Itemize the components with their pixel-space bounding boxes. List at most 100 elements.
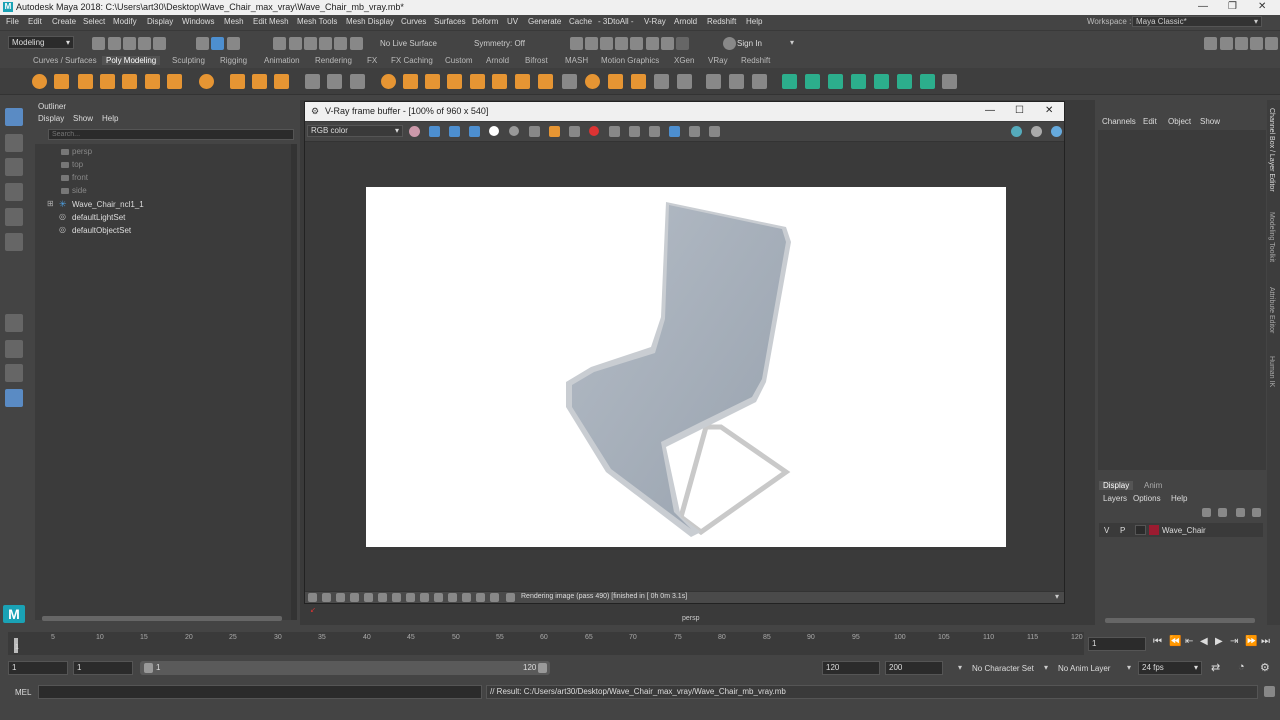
mirror-icon[interactable] <box>350 74 365 89</box>
render-setup-icon[interactable] <box>646 37 659 50</box>
expand-icon[interactable]: ⊞ <box>47 199 54 208</box>
link-viewport-icon[interactable] <box>649 126 660 137</box>
outliner-menu-display[interactable]: Display <box>38 114 64 123</box>
current-frame-field[interactable]: 1 <box>1088 637 1146 651</box>
shelf-tab-curves-surfaces[interactable]: Curves / Surfaces <box>33 56 97 65</box>
select-component-icon[interactable] <box>227 37 240 50</box>
preferences-icon[interactable]: ⚙ <box>1260 661 1270 674</box>
menu-help[interactable]: Help <box>746 17 762 26</box>
layer-hscrollbar[interactable] <box>1105 618 1255 623</box>
range-start-handle[interactable] <box>144 663 153 673</box>
attribute-editor-icon[interactable] <box>1220 37 1233 50</box>
layers-menu-layers[interactable]: Layers <box>1103 494 1127 503</box>
sculpt-brush-icon[interactable] <box>706 74 721 89</box>
symmetry-label[interactable]: Symmetry: Off <box>474 39 525 48</box>
outliner-item-default-light-set[interactable]: defaultLightSet <box>72 213 125 222</box>
smooth-icon[interactable] <box>381 74 396 89</box>
automatic-map-icon[interactable] <box>874 74 889 89</box>
shelf-tab-arnold[interactable]: Arnold <box>486 56 509 65</box>
menu-edit[interactable]: Edit <box>28 17 42 26</box>
go-to-start-icon[interactable]: ⏮ <box>1153 636 1162 647</box>
fps-select[interactable]: 24 fps ▾ <box>1138 661 1202 675</box>
menu-modify[interactable]: Modify <box>113 17 137 26</box>
vfb-status-icon[interactable] <box>506 593 515 602</box>
outliner-item-default-object-set[interactable]: defaultObjectSet <box>72 226 131 235</box>
shelf-tab-rigging[interactable]: Rigging <box>220 56 247 65</box>
layer-display-type[interactable] <box>1135 525 1146 535</box>
edge-loop-icon[interactable] <box>585 74 600 89</box>
menu-generate[interactable]: Generate <box>528 17 561 26</box>
ipr-icon[interactable] <box>1031 126 1042 137</box>
step-back-key-icon[interactable]: ⏪ <box>1169 636 1181 647</box>
blue-channel-icon[interactable] <box>469 126 480 137</box>
shelf-tab-fx-caching[interactable]: FX Caching <box>391 56 433 65</box>
outliner-item-persp[interactable]: persp <box>72 147 92 156</box>
quadrangulate-icon[interactable] <box>677 74 692 89</box>
outliner-hscrollbar[interactable] <box>42 616 282 621</box>
lasso-tool-icon[interactable] <box>5 134 23 152</box>
history-icon[interactable] <box>709 126 720 137</box>
anim-layer-label[interactable]: No Anim Layer <box>1058 664 1110 673</box>
menu-create[interactable]: Create <box>52 17 76 26</box>
menu-curves[interactable]: Curves <box>401 17 426 26</box>
shelf-tab-animation[interactable]: Animation <box>264 56 300 65</box>
boolean-icon[interactable] <box>403 74 418 89</box>
layer-row[interactable]: V P Wave_Chair <box>1099 523 1263 537</box>
script-mode-label[interactable]: MEL <box>15 688 31 697</box>
platonic-solid-icon[interactable] <box>199 74 214 89</box>
region-render-icon[interactable] <box>609 126 620 137</box>
single-view-icon[interactable] <box>5 314 23 332</box>
menu-mesh-display[interactable]: Mesh Display <box>346 17 394 26</box>
tab-modeling-toolkit[interactable]: Modeling Toolkit <box>1268 212 1275 262</box>
layers-menu-help[interactable]: Help <box>1171 494 1187 503</box>
super-shape-icon[interactable] <box>230 74 245 89</box>
channel-box-icon[interactable] <box>1250 37 1263 50</box>
shelf-tab-vray[interactable]: VRay <box>708 56 728 65</box>
tab-attribute-editor[interactable]: Attribute Editor <box>1268 287 1275 333</box>
svg-tool-icon[interactable] <box>274 74 289 89</box>
menu-select[interactable]: Select <box>83 17 105 26</box>
outliner-item-side[interactable]: side <box>72 186 87 195</box>
poly-torus-icon[interactable] <box>122 74 137 89</box>
menu-cache[interactable]: Cache <box>569 17 592 26</box>
shelf-tab-poly-modeling[interactable]: Poly Modeling <box>102 56 161 65</box>
channelbox-menu-channels[interactable]: Channels <box>1102 117 1136 126</box>
quad-draw-icon[interactable] <box>631 74 646 89</box>
play-backward-icon[interactable]: ◀ <box>1200 636 1208 647</box>
chevron-down-icon[interactable]: ▾ <box>958 663 962 672</box>
vfb-status-icon[interactable] <box>448 593 457 602</box>
vfb-status-icon[interactable] <box>308 593 317 602</box>
vfb-status-icon[interactable] <box>336 593 345 602</box>
tab-human-ik[interactable]: Human IK <box>1268 356 1275 387</box>
channelbox-menu-edit[interactable]: Edit <box>1143 117 1157 126</box>
playback-start-field[interactable]: 1 <box>73 661 133 675</box>
close-icon[interactable]: ✕ <box>1258 1 1266 12</box>
poly-cube-icon[interactable] <box>54 74 69 89</box>
bridge-icon[interactable] <box>447 74 462 89</box>
cylindrical-map-icon[interactable] <box>828 74 843 89</box>
outliner-search-input[interactable] <box>48 129 294 140</box>
menu-edit-mesh[interactable]: Edit Mesh <box>253 17 289 26</box>
shelf-tab-bifrost[interactable]: Bifrost <box>525 56 548 65</box>
outliner-item-top[interactable]: top <box>72 160 83 169</box>
snap-live-icon[interactable] <box>350 37 363 50</box>
menu-deform[interactable]: Deform <box>472 17 498 26</box>
offset-loop-icon[interactable] <box>608 74 623 89</box>
snap-grid-icon[interactable] <box>273 37 286 50</box>
modeling-toolkit-icon[interactable] <box>1204 37 1217 50</box>
uv-editor-icon[interactable] <box>782 74 797 89</box>
monochrome-icon[interactable] <box>509 126 519 136</box>
menu-uv[interactable]: UV <box>507 17 518 26</box>
move-layer-down-icon[interactable] <box>1218 508 1227 517</box>
new-scene-icon[interactable] <box>92 37 105 50</box>
outliner-item-wave-chair[interactable]: Wave_Chair_ncl1_1 <box>72 200 144 209</box>
layer-color-swatch[interactable] <box>1149 525 1159 535</box>
shelf-tab-sculpting[interactable]: Sculpting <box>172 56 205 65</box>
minimize-icon[interactable]: — <box>1198 1 1208 12</box>
fill-hole-icon[interactable] <box>492 74 507 89</box>
layers-menu-options[interactable]: Options <box>1133 494 1161 503</box>
vfb-status-icon[interactable] <box>406 593 415 602</box>
start-render-icon[interactable] <box>1011 126 1022 137</box>
render-settings-icon[interactable] <box>615 37 628 50</box>
auto-key-icon[interactable]: ◔ <box>1238 661 1245 673</box>
